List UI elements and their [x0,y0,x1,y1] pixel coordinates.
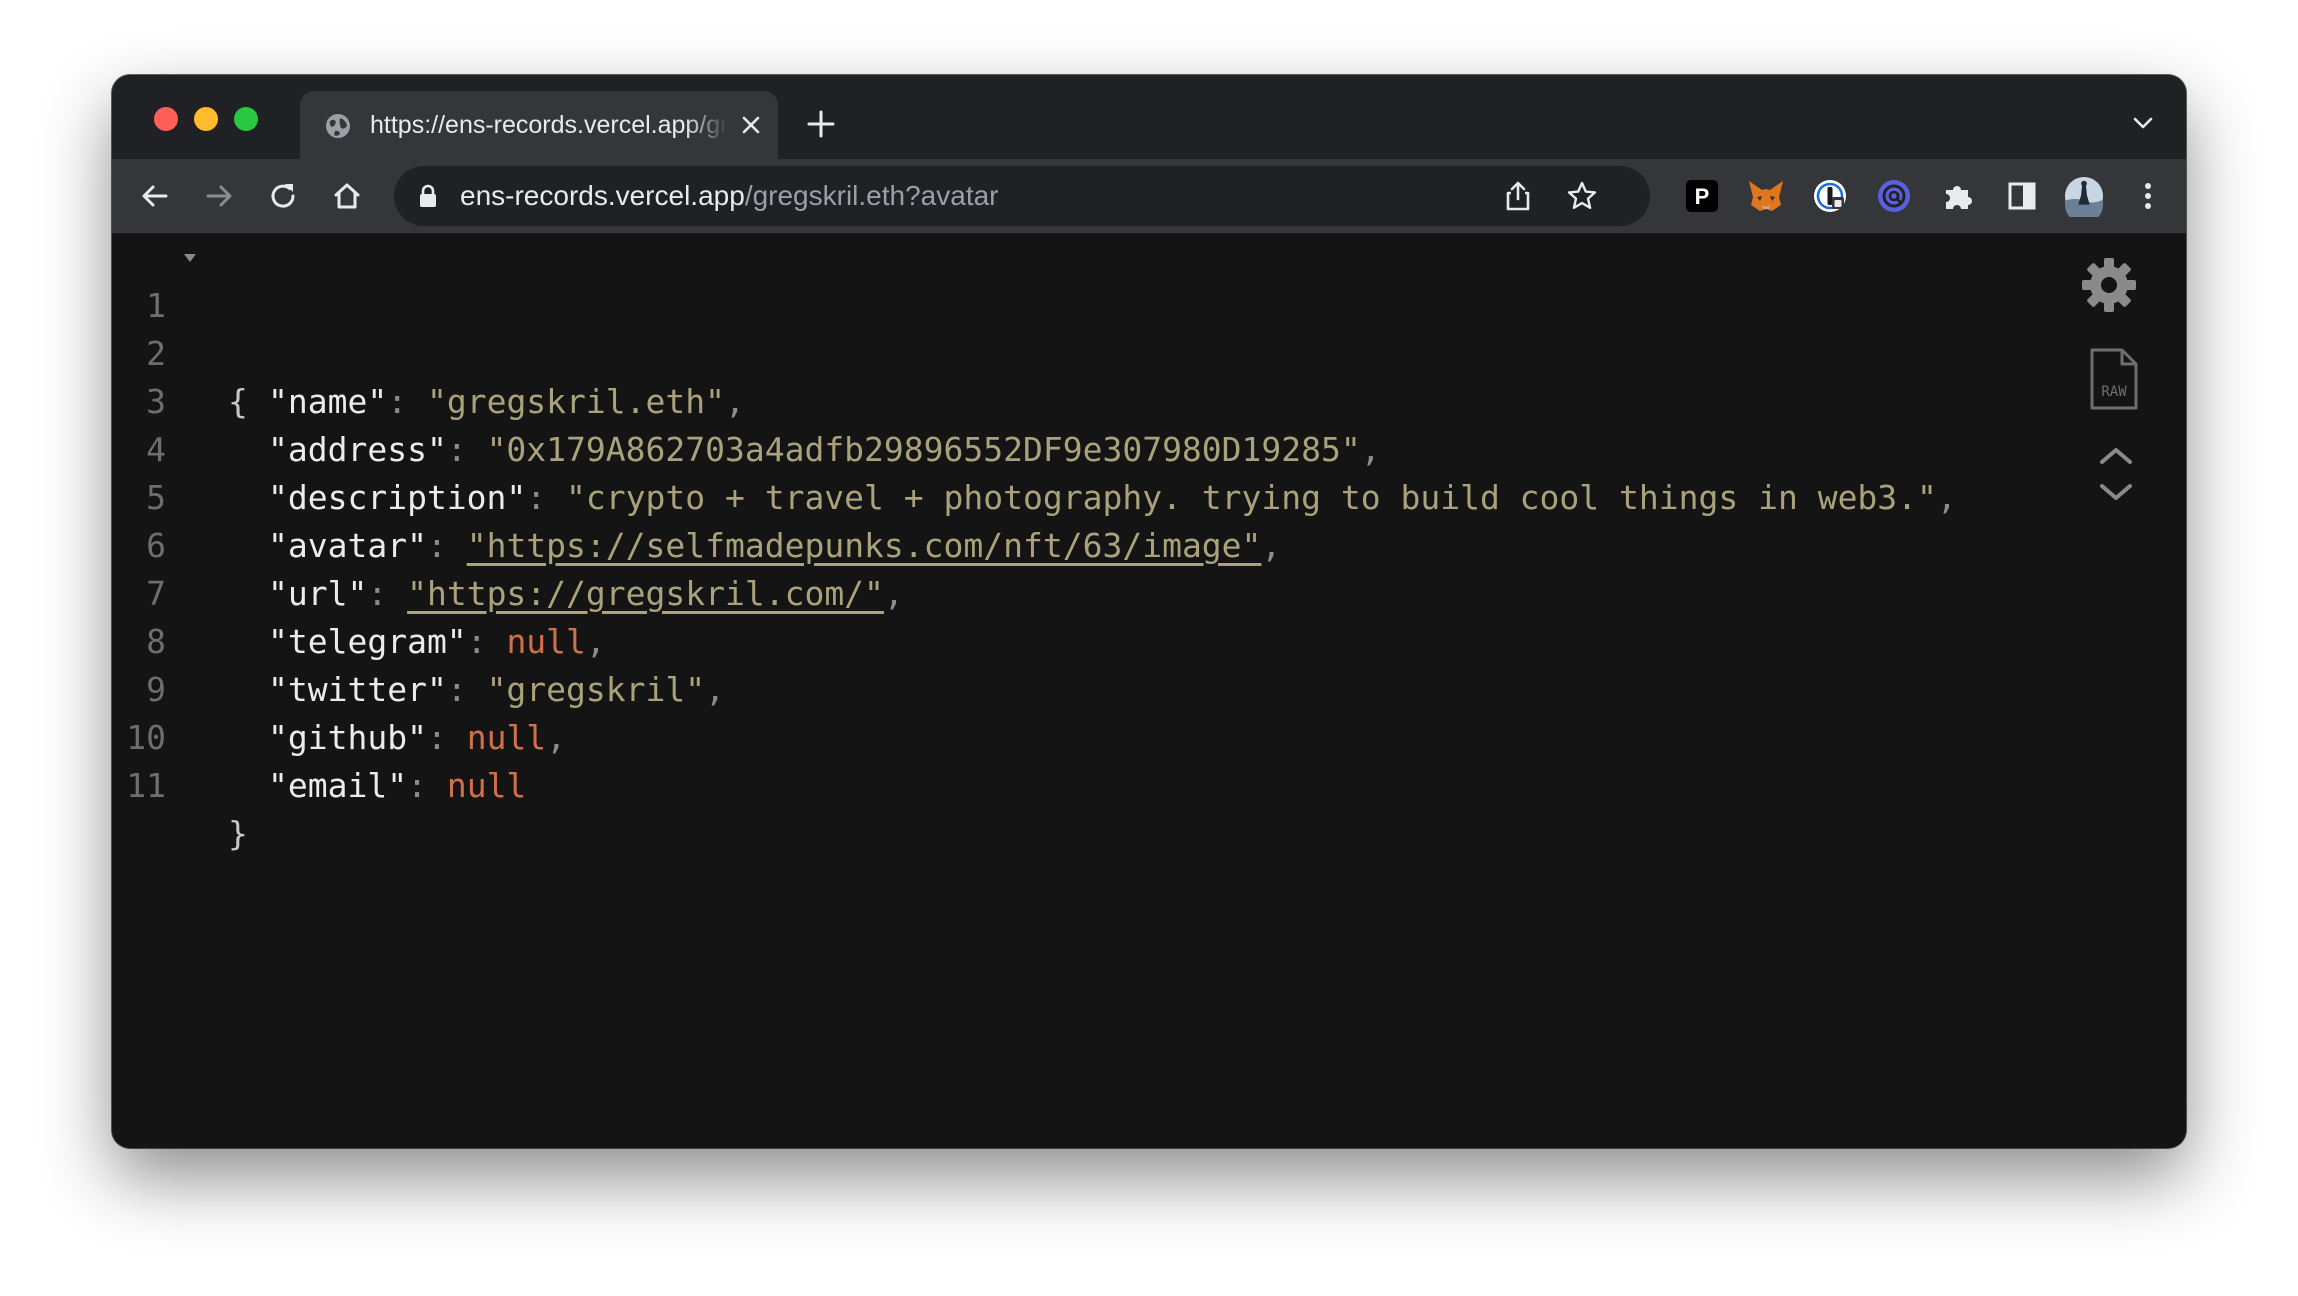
json-comma: , [585,622,606,661]
at-sign-icon [1878,180,1910,212]
code-line: 9 "github": null, [112,618,566,757]
json-null-value: null [506,622,586,661]
code-line: 8 "twitter": "gregskril", [112,570,725,709]
reload-button[interactable] [264,177,302,215]
pocket-icon: P [1686,180,1718,212]
json-key: "address" [268,430,447,469]
json-viewer: 1 { 2 "name": "gregskril.eth", 3 "addres… [112,234,2186,1148]
json-key: "email" [268,766,408,805]
url-host: ens-records.vercel.app [460,180,745,211]
new-tab-icon[interactable] [806,109,836,139]
json-colon: : [426,526,467,565]
code-line: 1 { [112,234,271,421]
active-tab[interactable]: https://ens-records.vercel.app/gregskril… [300,91,778,159]
profile-avatar [2064,176,2104,217]
tab-strip: https://ens-records.vercel.app/gregskril… [112,75,2186,159]
json-string-value: "gregskril.eth" [426,382,725,421]
settings-gear-icon[interactable] [2080,256,2138,314]
raw-file-icon[interactable]: RAW [2088,346,2140,412]
kebab-menu-icon [2145,183,2151,209]
url-path: /gregskril.eth?avatar [744,180,999,211]
line-number: 11 [126,766,166,805]
browser-menu-button[interactable] [2128,176,2168,216]
json-key: "twitter" [268,670,447,709]
puzzle-icon [1946,186,1972,209]
tab-title: https://ens-records.vercel.app/gregskril… [370,111,728,139]
forward-button[interactable] [200,177,238,215]
forward-arrow-icon [206,185,232,207]
json-colon: : [387,382,427,421]
expand-down-chevron-icon[interactable] [2096,480,2136,504]
browser-window: https://ens-records.vercel.app/gregskril… [112,75,2186,1148]
collapse-up-chevron-icon[interactable] [2096,444,2136,468]
code-line: 11 } [112,714,271,853]
json-comma: , [1936,478,1957,517]
json-key: "description" [268,478,527,517]
tab-search-chevron-icon[interactable] [2132,115,2154,131]
maximize-window-button[interactable] [234,107,258,131]
json-comma: , [705,670,725,709]
profile-button[interactable] [2064,176,2104,217]
svg-text:P: P [1695,184,1710,209]
address-bar[interactable]: ens-records.vercel.app/gregskril.eth?ava… [394,166,1650,226]
code-line: 5 "avatar": "https://selfmadepunks.com/n… [112,426,1281,565]
extension-metamask[interactable] [1746,176,1786,216]
code-line: 4 "description": "crypto + travel + phot… [112,378,1957,517]
json-key: "github" [268,718,427,757]
close-brace: } [228,814,248,853]
code-line: 10 "email": null [112,666,526,805]
close-tab-icon[interactable] [740,114,762,136]
json-string-value: "crypto + travel + photography. trying t… [566,478,1937,517]
json-colon: : [446,670,487,709]
metamask-icon [1749,181,1783,211]
minimize-window-button[interactable] [194,107,218,131]
globe-icon [326,114,350,138]
reload-icon [271,184,295,208]
browser-toolbar: ens-records.vercel.app/gregskril.eth?ava… [112,159,2186,234]
extension-at-sign[interactable] [1874,176,1914,216]
json-string-value: "0x179A862703a4adfb29896552DF9e307980D19… [486,430,1361,469]
json-key: "url" [268,574,368,613]
extension-1password[interactable] [1810,176,1850,216]
json-comma: , [1360,430,1381,469]
json-colon: : [526,478,567,517]
code-line: 7 "telegram": null, [112,522,606,661]
raw-label: RAW [2101,384,2127,400]
url-link[interactable]: "https://gregskril.com/" [407,574,884,613]
code-line: 2 "name": "gregskril.eth", [112,282,745,421]
json-null-value: null [466,718,547,757]
back-arrow-icon [142,185,168,207]
json-string-value: "gregskril" [486,670,706,709]
lock-icon[interactable] [418,184,438,208]
side-panel-button[interactable] [2002,176,2042,216]
json-colon: : [367,574,408,613]
json-colon: : [426,718,467,757]
json-key: "telegram" [268,622,467,661]
bookmark-star-icon[interactable] [1566,180,1598,212]
code-line: 3 "address": "0x179A862703a4adfb29896552… [112,330,1381,469]
url-text[interactable]: ens-records.vercel.app/gregskril.eth?ava… [460,180,999,212]
json-comma: , [1261,526,1282,565]
fold-toggle-icon[interactable] [184,254,196,262]
extension-pocket[interactable]: P [1682,176,1722,216]
sidebar-icon [2008,182,2036,210]
extensions-button[interactable] [1938,176,1978,216]
share-icon[interactable] [1502,180,1534,212]
json-comma: , [883,574,904,613]
json-key: "avatar" [268,526,427,565]
avatar-link[interactable]: "https://selfmadepunks.com/nft/63/image" [467,526,1262,565]
json-key: "name" [268,382,388,421]
json-comma: , [724,382,745,421]
code-line: 6 "url": "https://gregskril.com/", [112,474,904,613]
json-colon: : [466,622,507,661]
back-button[interactable] [136,177,174,215]
json-colon: : [407,766,447,805]
home-button[interactable] [328,177,366,215]
close-window-button[interactable] [154,107,178,131]
home-icon [334,183,360,209]
json-null-value: null [446,766,527,805]
json-colon: : [446,430,487,469]
1password-icon [1814,180,1846,212]
json-comma: , [546,718,567,757]
